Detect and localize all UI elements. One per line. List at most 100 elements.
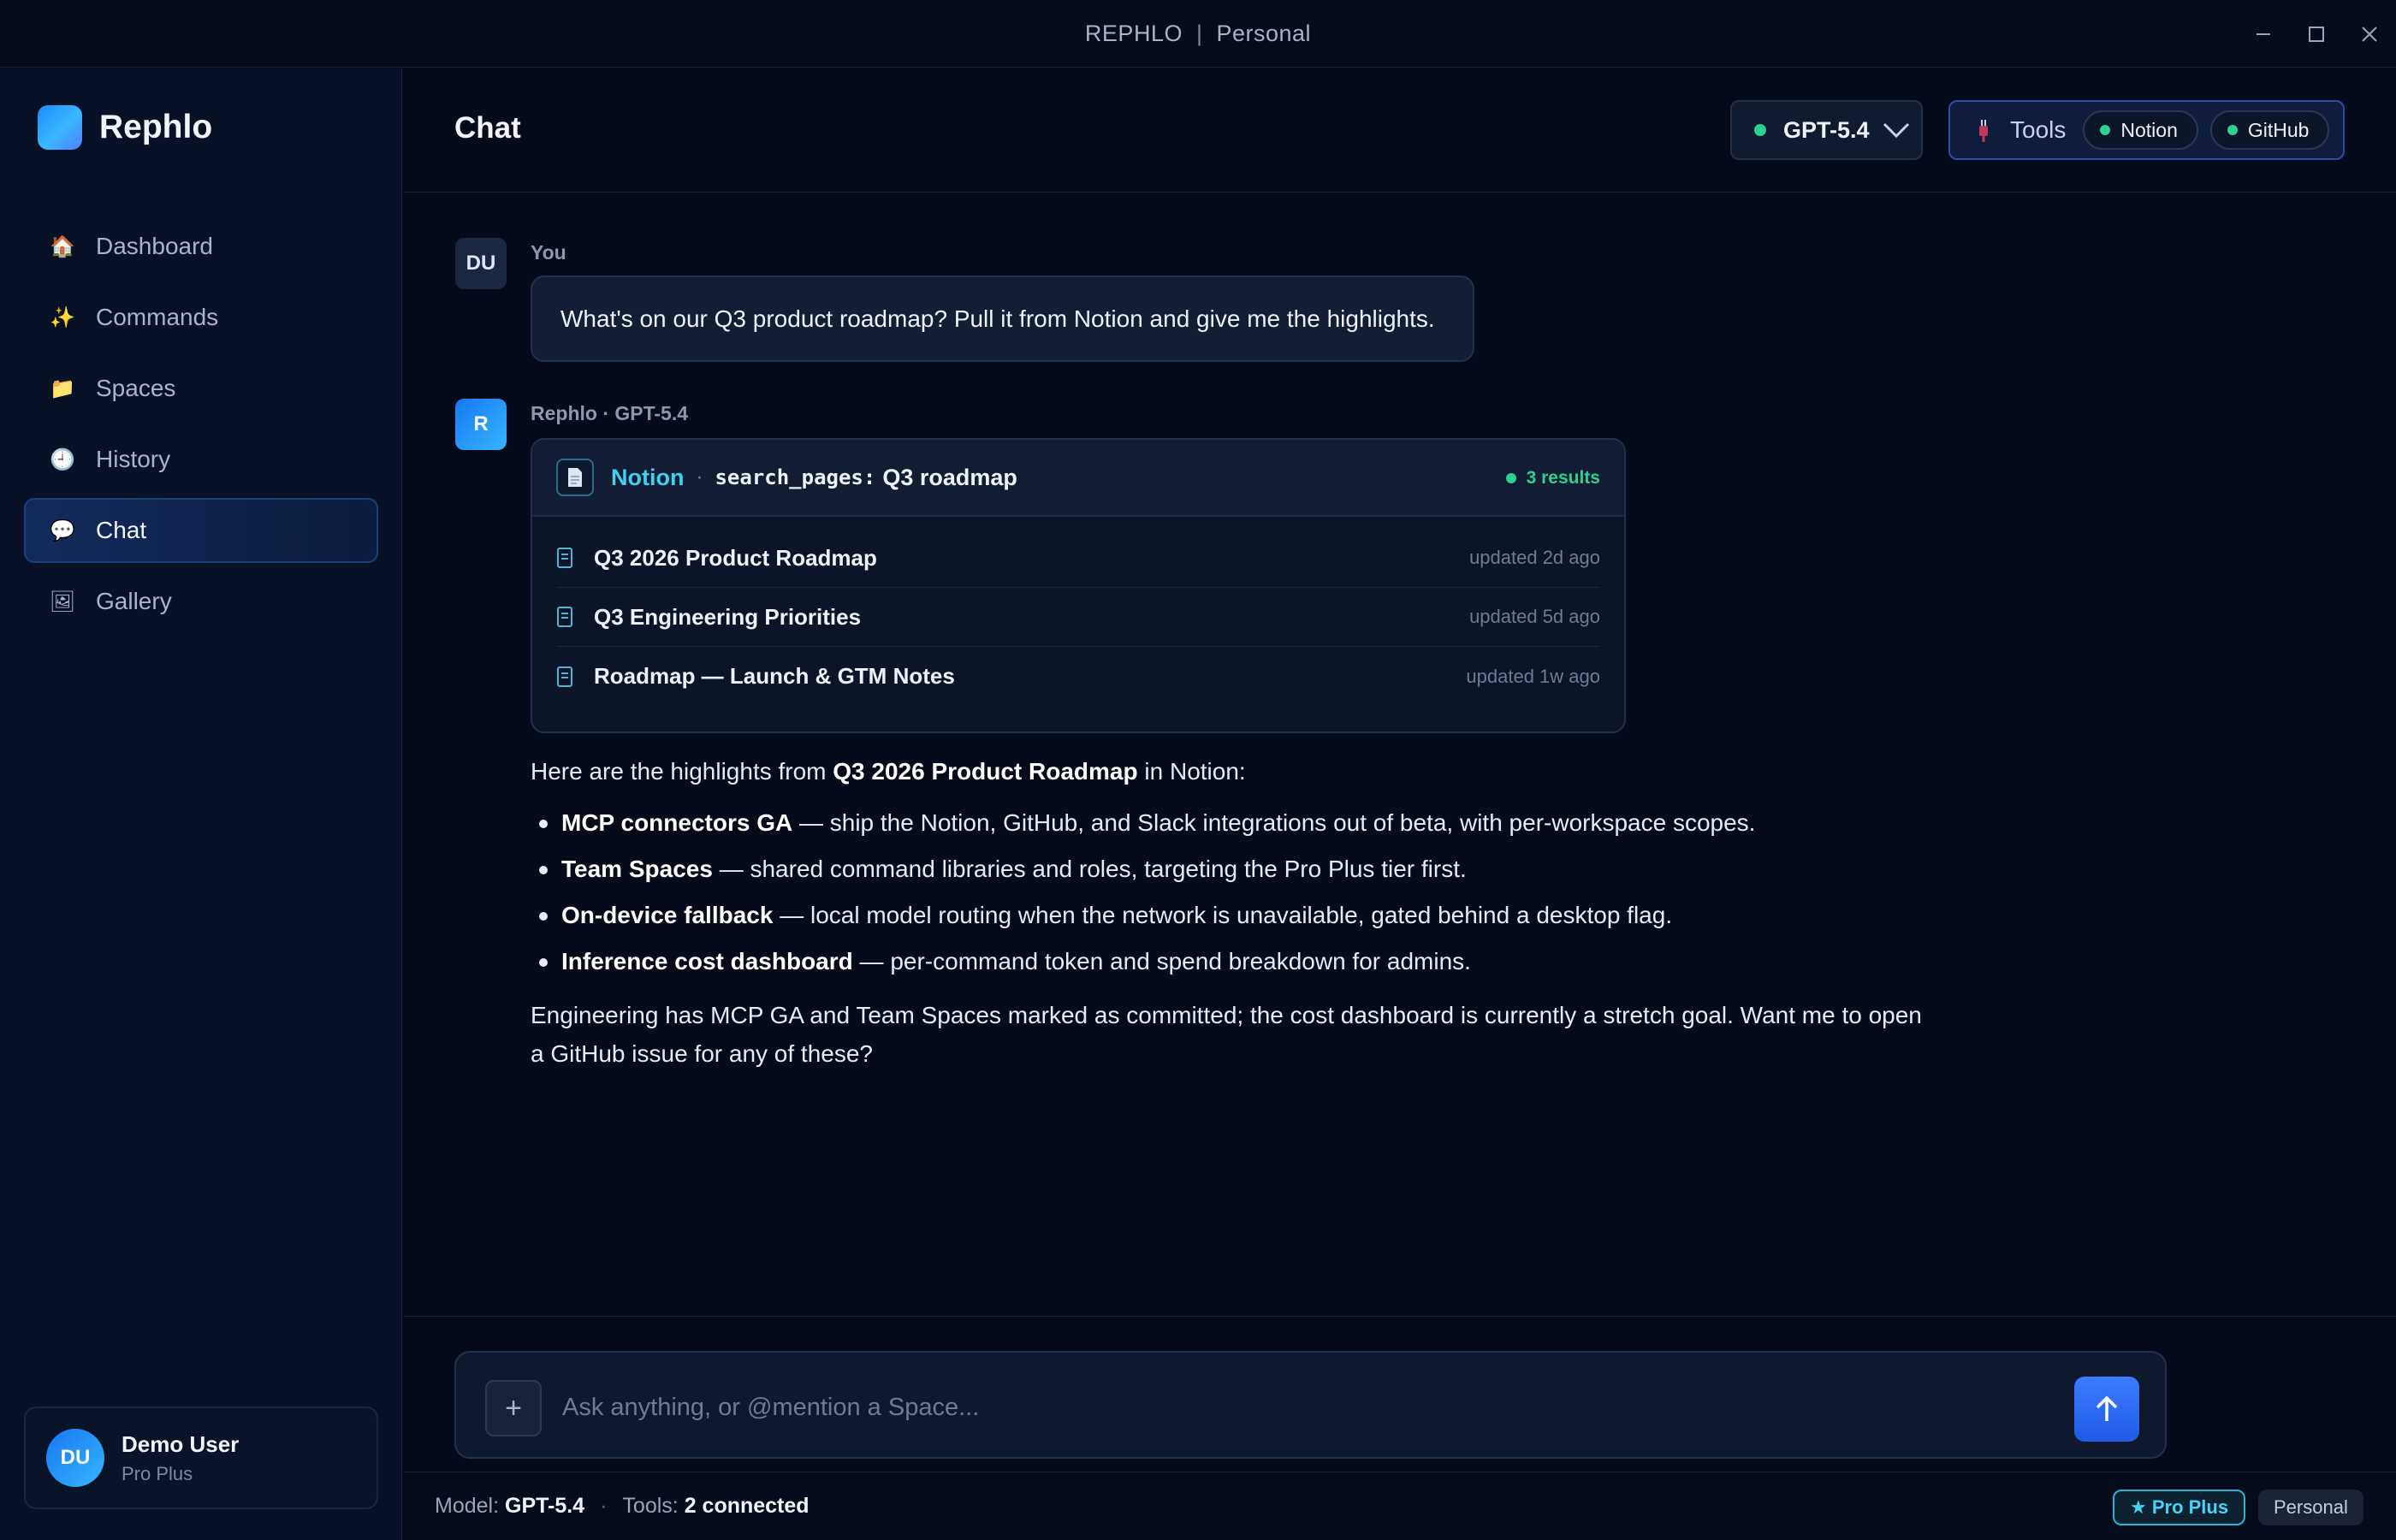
status-dot-icon: [2100, 125, 2111, 135]
list-item: On-device fallback — local model routing…: [531, 897, 1985, 943]
status-bar: Model: GPT-5.4 · Tools: 2 connected ★ Pr…: [403, 1472, 2396, 1540]
minimize-icon: [2257, 33, 2270, 35]
maximize-button[interactable]: [2290, 0, 2343, 68]
close-window-button[interactable]: [2343, 0, 2396, 68]
result-title: Q3 Engineering Priorities: [594, 603, 862, 630]
bullet-bold: MCP connectors GA: [561, 809, 793, 836]
status-tools-value: 2 connected: [684, 1494, 810, 1518]
tool-chip-label: GitHub: [2247, 118, 2310, 141]
results-count: 3 results: [1526, 468, 1600, 488]
tool-call-card[interactable]: Notion · search_pages: Q3 roadmap 3 resu…: [531, 438, 1626, 733]
maximize-icon: [2309, 26, 2324, 42]
status-separator: ·: [600, 1494, 608, 1518]
close-icon: [2362, 26, 2377, 42]
sidebar-item-chat[interactable]: 💬 Chat: [24, 498, 378, 563]
tool-query: Q3 roadmap: [882, 464, 1017, 490]
arrow-up-icon: [2096, 1395, 2118, 1421]
sidebar-item-label: Chat: [96, 517, 147, 543]
plug-icon: [1979, 120, 1988, 142]
speech-bubble-icon: 💬: [50, 518, 75, 542]
user-message-bubble: What's on our Q3 product roadmap? Pull i…: [531, 275, 1474, 362]
message-author-assistant: Rephlo · GPT-5.4: [531, 402, 689, 424]
avatar: DU: [46, 1429, 104, 1487]
assistant-avatar: R: [455, 399, 507, 450]
status-dot-icon: [1505, 473, 1516, 483]
bullet-text: — shared command libraries and roles, ta…: [712, 856, 1467, 882]
send-button[interactable]: [2074, 1377, 2139, 1442]
document-icon: [556, 459, 594, 496]
sidebar-item-spaces[interactable]: 📁 Spaces: [24, 356, 378, 421]
message-input[interactable]: [562, 1385, 2017, 1430]
result-updated: updated 2d ago: [1469, 547, 1600, 568]
answer-outro: Engineering has MCP GA and Team Spaces m…: [531, 1002, 1922, 1067]
assistant-answer: Here are the highlights from Q3 2026 Pro…: [531, 753, 1985, 1073]
brand-logo-icon: [38, 105, 82, 150]
workspace-badge[interactable]: Personal: [2258, 1490, 2363, 1525]
workspace-name: Personal: [1216, 20, 1312, 46]
user-info: Demo User Pro Plus: [122, 1431, 239, 1485]
sidebar-item-gallery[interactable]: 🖼 Gallery: [24, 569, 378, 634]
tool-call-header[interactable]: Notion · search_pages: Q3 roadmap 3 resu…: [532, 440, 1624, 517]
user-name: Demo User: [122, 1430, 240, 1457]
attach-button[interactable]: +: [485, 1380, 542, 1436]
main-header: Chat GPT-5.4 Tools Notion GitHub: [403, 68, 2396, 192]
tool-chip-github[interactable]: GitHub: [2209, 110, 2330, 150]
app-name: REPHLO: [1084, 20, 1183, 46]
chevron-down-icon: [1883, 122, 1909, 139]
window-title: REPHLO | Personal: [1085, 21, 1311, 47]
answer-intro: Here are the highlights from Q3 2026 Pro…: [531, 753, 1985, 794]
house-icon: 🏠: [50, 234, 75, 258]
tool-chip-label: Notion: [2120, 118, 2178, 141]
page-title: Chat: [454, 111, 521, 145]
tool-source: Notion: [611, 464, 685, 490]
list-item[interactable]: Roadmap — Launch & GTM Notes updated 1w …: [556, 647, 1600, 706]
picture-icon: 🖼: [49, 589, 76, 613]
sidebar-item-history[interactable]: 🕘 History: [24, 427, 378, 492]
status-dot-icon: [2227, 125, 2238, 135]
answer-intro-bold: Q3 2026 Product Roadmap: [833, 758, 1138, 785]
title-separator: |: [1195, 20, 1203, 46]
sidebar-item-label: Dashboard: [96, 233, 213, 259]
list-item: Inference cost dashboard — per-command t…: [531, 943, 1985, 989]
tool-chip-notion[interactable]: Notion: [2083, 110, 2198, 150]
tools-label: Tools: [2010, 116, 2067, 143]
sparkles-icon: ✨: [50, 305, 75, 329]
answer-intro-text: Here are the highlights from: [531, 758, 833, 785]
model-name: GPT-5.4: [1783, 116, 1870, 143]
page-icon: [557, 548, 572, 568]
clock-icon: 🕘: [50, 447, 75, 471]
bullet-bold: Inference cost dashboard: [561, 948, 853, 974]
user-avatar: DU: [455, 238, 507, 289]
list-item[interactable]: Q3 2026 Product Roadmap updated 2d ago: [556, 529, 1600, 588]
sidebar-item-label: Gallery: [96, 588, 172, 614]
tools-selector[interactable]: Tools Notion GitHub: [1948, 100, 2345, 160]
status-model-label: Model:: [435, 1494, 500, 1518]
title-bar: REPHLO | Personal: [0, 0, 2396, 68]
minimize-button[interactable]: [2237, 0, 2290, 68]
bullet-text: — per-command token and spend breakdown …: [852, 948, 1471, 974]
tool-separator: ·: [696, 465, 703, 489]
message-author-user: You: [531, 241, 566, 264]
model-selector[interactable]: GPT-5.4: [1730, 100, 1923, 160]
user-plan: Pro Plus: [122, 1462, 193, 1484]
list-item[interactable]: Q3 Engineering Priorities updated 5d ago: [556, 588, 1600, 647]
brand[interactable]: Rephlo: [38, 105, 212, 150]
window-controls: [2237, 0, 2396, 68]
page-icon: [557, 666, 572, 687]
results-badge: 3 results: [1505, 440, 1600, 517]
sidebar: Rephlo 🏠 Dashboard ✨ Commands 📁 Spaces 🕘…: [0, 68, 402, 1540]
result-title: Q3 2026 Product Roadmap: [594, 544, 877, 571]
result-title: Roadmap — Launch & GTM Notes: [594, 663, 955, 689]
sidebar-item-dashboard[interactable]: 🏠 Dashboard: [24, 214, 378, 279]
page-icon: [557, 607, 572, 627]
user-card[interactable]: DU Demo User Pro Plus: [24, 1407, 378, 1509]
result-updated: updated 1w ago: [1466, 665, 1600, 687]
sidebar-item-label: History: [96, 446, 171, 472]
sidebar-item-commands[interactable]: ✨ Commands: [24, 285, 378, 350]
sidebar-item-label: Spaces: [96, 375, 176, 401]
highlights-list: MCP connectors GA — ship the Notion, Git…: [531, 804, 1985, 989]
bullet-bold: Team Spaces: [561, 856, 713, 882]
plan-badge[interactable]: ★ Pro Plus: [2113, 1490, 2246, 1525]
result-updated: updated 5d ago: [1469, 606, 1600, 627]
folder-icon: 📁: [50, 376, 75, 400]
